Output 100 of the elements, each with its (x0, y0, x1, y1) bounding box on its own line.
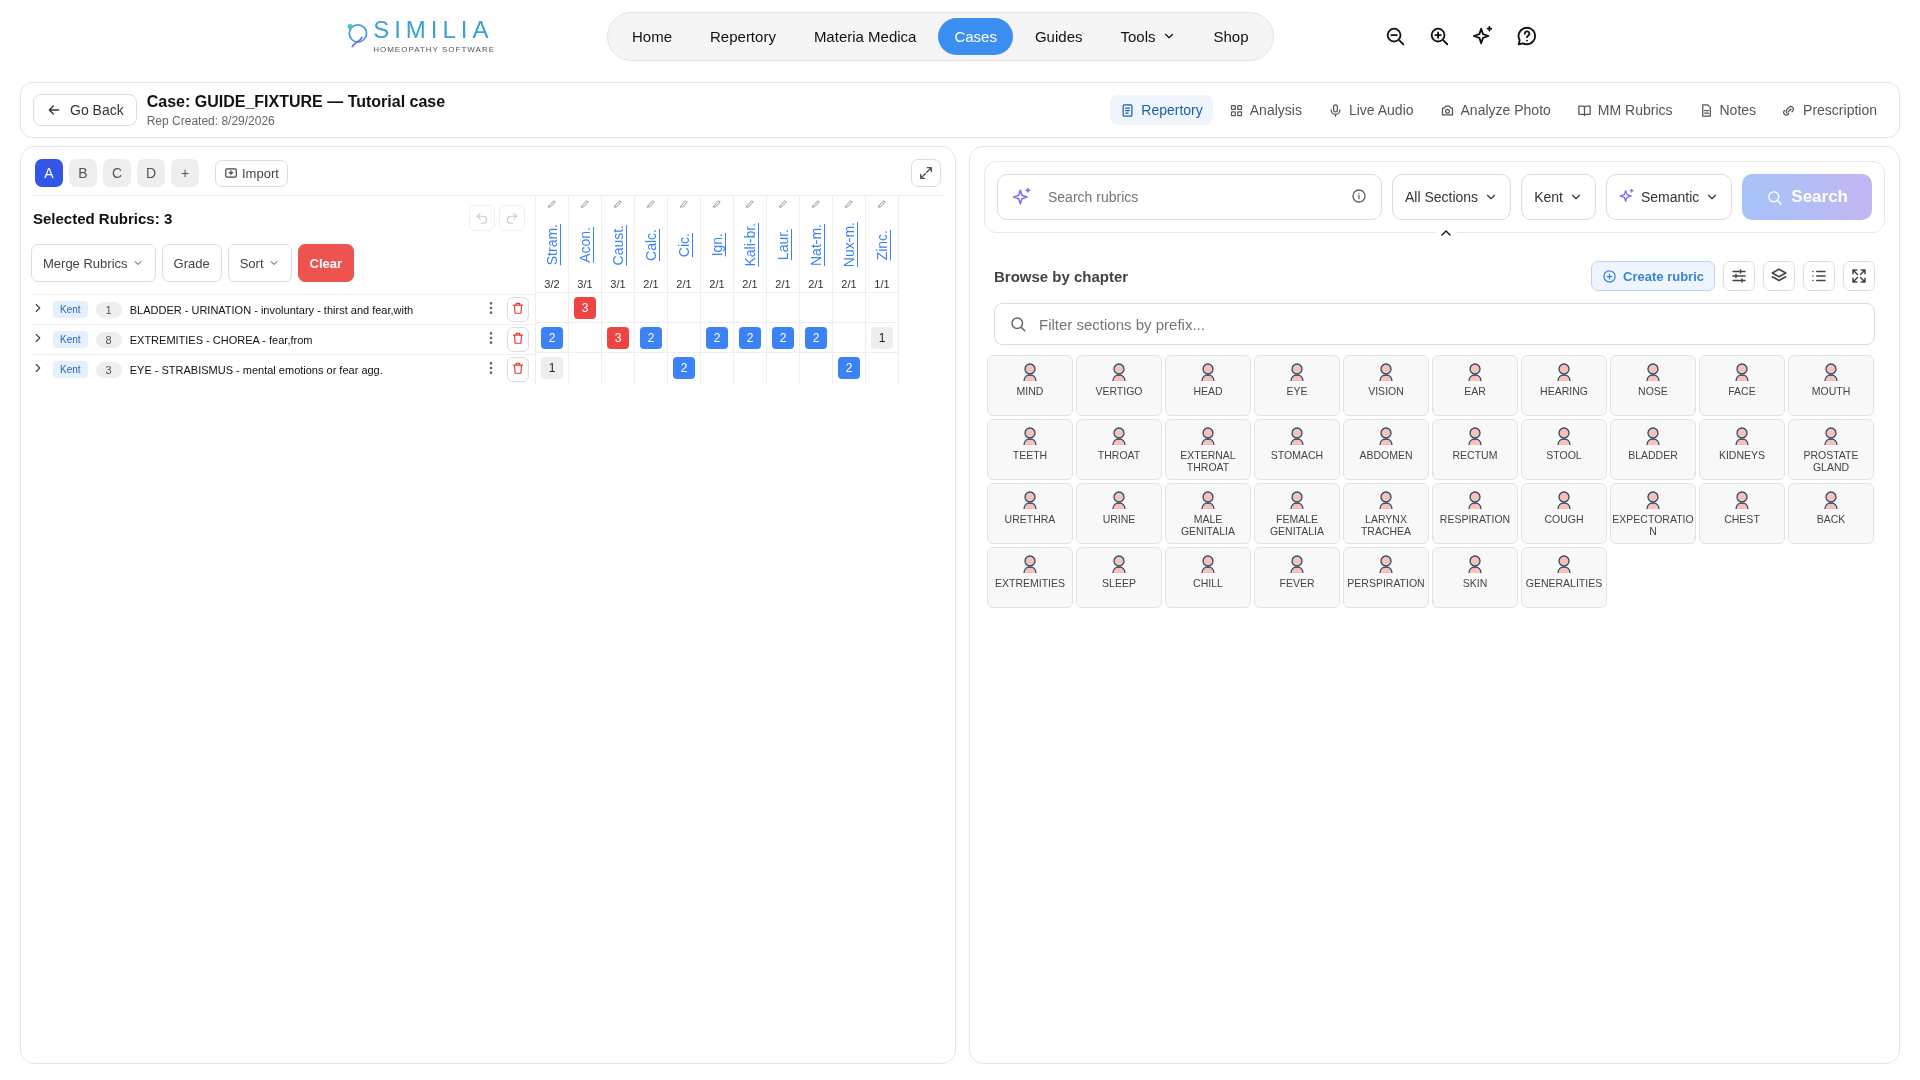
remedy-name[interactable]: Caust. (610, 224, 626, 266)
chapter-button[interactable]: MIND (987, 355, 1073, 416)
case-title: Case: GUIDE_FIXTURE — Tutorial case (146, 92, 446, 111)
chapter-button[interactable]: THROAT (1076, 419, 1162, 480)
remedy-count: 3 (95, 361, 122, 378)
sheet-tab[interactable]: C (103, 159, 131, 187)
grade-badge: 2 (739, 326, 761, 349)
chapter-button[interactable]: PROSTATE GLAND (1788, 419, 1874, 480)
chapter-button[interactable]: RESPIRATION (1432, 483, 1518, 544)
grade-badge: 2 (541, 326, 563, 349)
case-tab[interactable]: Notes (1688, 95, 1767, 125)
sheet-tab[interactable]: B (69, 159, 97, 187)
case-tab[interactable]: MM Rubrics (1566, 95, 1683, 125)
chapter-button[interactable]: GENERALITIES (1521, 547, 1607, 608)
rubric-text[interactable]: BLADDER - URINATION - involuntary - thirst and fear,with (129, 303, 475, 316)
chapter-button[interactable]: RECTUM (1432, 419, 1518, 480)
chapter-button[interactable]: NOSE (1610, 355, 1696, 416)
chapter-button[interactable]: EXTREMITIES (987, 547, 1073, 608)
remedy-score: 2/1 (841, 278, 857, 292)
nav-tab[interactable]: Shop (1197, 17, 1265, 55)
chapter-button[interactable]: URETHRA (987, 483, 1073, 544)
nav-tab[interactable]: Tools (1104, 17, 1192, 55)
import-button[interactable]: Import (215, 159, 288, 187)
grade-button[interactable]: Grade (161, 244, 222, 282)
case-tab[interactable]: Repertory (1110, 95, 1213, 125)
chapter-button[interactable]: MOUTH (1788, 355, 1874, 416)
back-button[interactable]: Go Back (33, 94, 137, 126)
chapter-button[interactable]: FEVER (1254, 547, 1340, 608)
add-sheet-button[interactable]: + (171, 159, 199, 187)
mode-dropdown[interactable]: Semantic (1605, 174, 1733, 220)
remedy-name[interactable]: Zinc. (874, 229, 890, 261)
chapter-button[interactable]: HEARING (1521, 355, 1607, 416)
chapter-button[interactable]: CHEST (1699, 483, 1785, 544)
chapter-button[interactable]: KIDNEYS (1699, 419, 1785, 480)
logo-text: SIMILIA (373, 18, 495, 42)
chapter-button[interactable]: STOMACH (1254, 419, 1340, 480)
case-tab[interactable]: Live Audio (1317, 95, 1424, 125)
chapter-button[interactable]: ABDOMEN (1343, 419, 1429, 480)
remedy-name[interactable]: Nux-m. (841, 222, 857, 268)
chapter-button[interactable]: FEMALE GENITALIA (1254, 483, 1340, 544)
sheet-tab[interactable]: D (137, 159, 165, 187)
chapter-button[interactable]: EXTERNAL THROAT (1165, 419, 1251, 480)
chapter-button[interactable]: MALE GENITALIA (1165, 483, 1251, 544)
rubric-text[interactable]: EXTREMITIES - CHOREA - fear,from (129, 333, 475, 346)
chapter-button[interactable]: TEETH (987, 419, 1073, 480)
remedy-name[interactable]: Kali-br. (742, 223, 758, 267)
case-tab[interactable]: Analysis (1218, 95, 1312, 125)
remedy-score: 2/1 (676, 278, 692, 292)
grade-badge: 2 (838, 356, 860, 379)
chapter-button[interactable]: BLADDER (1610, 419, 1696, 480)
chapter-button[interactable]: SKIN (1432, 547, 1518, 608)
remedy-score: 2/1 (709, 278, 725, 292)
chapter-button[interactable]: VISION (1343, 355, 1429, 416)
grade-badge: 2 (772, 326, 794, 349)
selected-rubrics-count: Selected Rubrics: 3 (33, 209, 173, 227)
create-rubric-button[interactable]: Create rubric (1591, 261, 1715, 291)
chapter-button[interactable]: COUGH (1521, 483, 1607, 544)
chapter-button[interactable]: EYE (1254, 355, 1340, 416)
sheet-tab[interactable]: A (35, 159, 63, 187)
case-tab[interactable]: Prescription (1772, 95, 1887, 125)
search-field[interactable]: Search rubrics (997, 174, 1382, 220)
remedy-name[interactable]: Nat-m. (808, 224, 824, 266)
chapter-button[interactable]: BACK (1788, 483, 1874, 544)
chapter-button[interactable]: SLEEP (1076, 547, 1162, 608)
nav-tab[interactable]: Materia Medica (797, 17, 933, 55)
remedy-name[interactable]: Laur. (775, 229, 791, 261)
remedy-name[interactable]: Stram. (544, 224, 560, 266)
chapter-button[interactable]: FACE (1699, 355, 1785, 416)
repertory-dropdown[interactable]: Kent (1521, 174, 1596, 220)
grade-badge: 1 (541, 356, 563, 379)
grade-badge: 2 (640, 326, 662, 349)
case-tab[interactable]: Analyze Photo (1429, 95, 1561, 125)
chapter-button[interactable]: CHILL (1165, 547, 1251, 608)
grade-badge: 3 (607, 326, 629, 349)
remedy-name[interactable]: Cic. (676, 232, 692, 258)
repertory-tag: Kent (53, 361, 88, 378)
chapter-button[interactable]: EXPECTORATIO N (1610, 483, 1696, 544)
remedy-name[interactable]: Acon. (577, 227, 593, 263)
remedy-name[interactable]: Ign. (709, 233, 725, 257)
nav-tab[interactable]: Repertory (694, 17, 792, 55)
merge-rubrics-dropdown[interactable]: Merge Rubrics (31, 244, 156, 282)
sort-dropdown[interactable]: Sort (227, 244, 292, 282)
grade-badge: 3 (574, 296, 596, 319)
created-date: Rep Created: 8/29/2026 (146, 113, 276, 128)
chapter-button[interactable]: URINE (1076, 483, 1162, 544)
repertory-tag: Kent (53, 301, 88, 318)
chapter-button[interactable]: LARYNX TRACHEA (1343, 483, 1429, 544)
remedy-score: 2/1 (643, 278, 659, 292)
nav-tab[interactable]: Guides (1018, 17, 1099, 55)
chapter-button[interactable]: VERTIGO (1076, 355, 1162, 416)
rubric-text[interactable]: EYE - STRABISMUS - mental emotions or fear agg. (129, 363, 475, 376)
chapter-button[interactable]: HEAD (1165, 355, 1251, 416)
chapter-button[interactable]: PERSPIRATION (1343, 547, 1429, 608)
nav-tab[interactable]: Home (616, 17, 688, 55)
filter-field[interactable]: Filter sections by prefix... (994, 303, 1875, 345)
chapter-button[interactable]: STOOL (1521, 419, 1607, 480)
remedy-name[interactable]: Calc. (643, 229, 659, 261)
section-dropdown[interactable]: All Sections (1391, 174, 1512, 220)
grade-badge: 2 (706, 326, 728, 349)
chapter-button[interactable]: EAR (1432, 355, 1518, 416)
